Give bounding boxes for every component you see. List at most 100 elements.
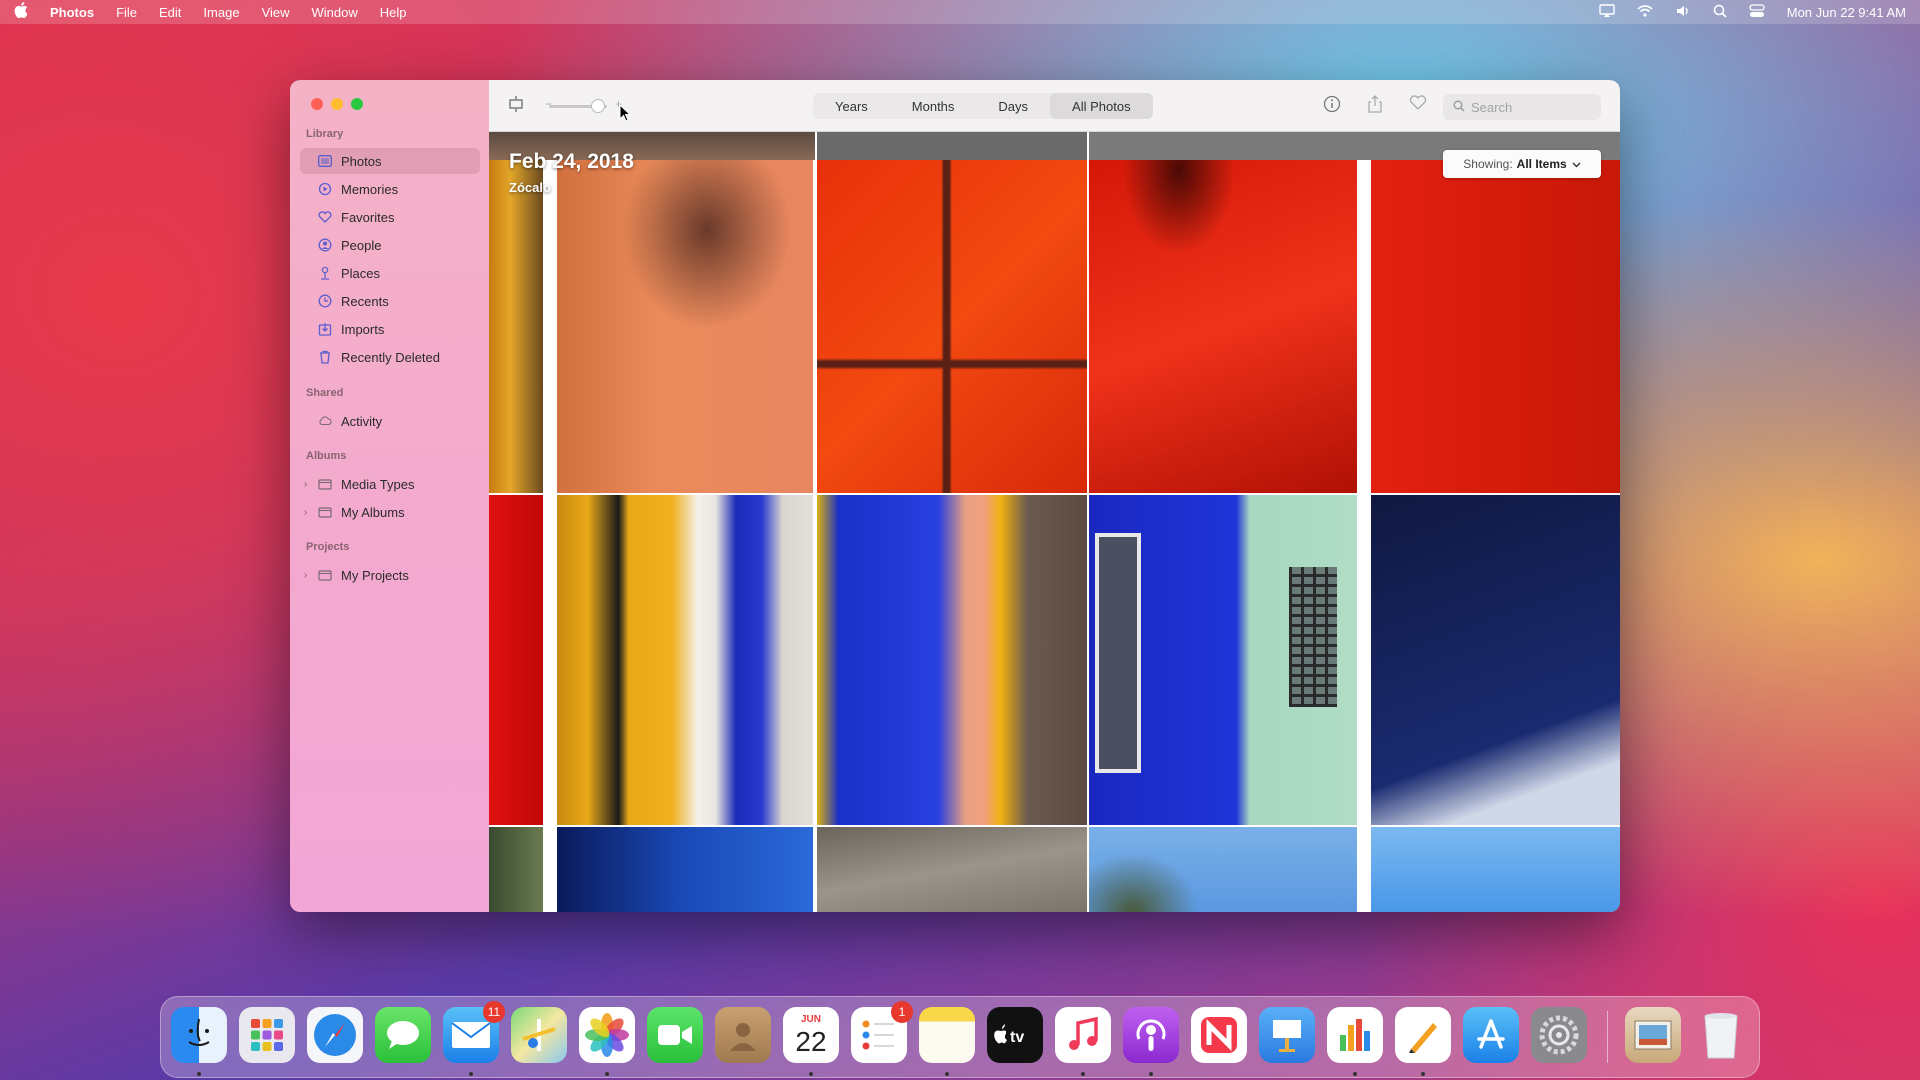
sidebar-item-activity[interactable]: Activity: [300, 408, 480, 434]
photo-thumbnail[interactable]: [1371, 495, 1620, 825]
view-menu[interactable]: View: [262, 5, 290, 20]
sidebar-item-people[interactable]: People: [300, 232, 480, 258]
running-indicator: [469, 1072, 473, 1076]
share-icon[interactable]: [1364, 95, 1386, 117]
dock-facetime-icon[interactable]: [647, 1007, 703, 1063]
sidebar-item-label: Memories: [341, 181, 399, 197]
control-center-icon[interactable]: [1749, 3, 1765, 21]
sidebar-item-my-projects[interactable]: › My Projects: [300, 562, 480, 588]
dock-system-preferences-icon[interactable]: [1531, 1007, 1587, 1063]
date-header: Feb 24, 2018: [509, 150, 634, 173]
dock-news-icon[interactable]: [1191, 1007, 1247, 1063]
cloud-icon: [318, 414, 332, 428]
pin-icon: [318, 266, 332, 280]
tree-shape: [1089, 852, 1199, 912]
dock-reminders-icon[interactable]: 1: [851, 1001, 913, 1063]
dock-music-icon[interactable]: [1055, 1007, 1111, 1063]
dock-trash-icon[interactable]: [1693, 1007, 1749, 1063]
tab-days[interactable]: Days: [976, 93, 1050, 119]
photo-thumbnail[interactable]: [489, 827, 543, 912]
photo-thumbnail[interactable]: [1089, 827, 1357, 912]
sidebar-item-label: Photos: [341, 153, 382, 169]
photo-thumbnail[interactable]: [1089, 495, 1357, 825]
chevron-right-icon[interactable]: ›: [304, 507, 307, 518]
dock-contacts-icon[interactable]: [715, 1007, 771, 1063]
window-menu[interactable]: Window: [312, 5, 358, 20]
sidebar-item-label: My Albums: [341, 504, 405, 520]
location-label[interactable]: Zócalo: [509, 180, 551, 195]
help-menu[interactable]: Help: [380, 5, 407, 20]
dock-app-store-icon[interactable]: [1463, 1007, 1519, 1063]
dock-messages-icon[interactable]: [375, 1007, 431, 1063]
sidebar-item-recents[interactable]: Recents: [300, 288, 480, 314]
dock-finder-icon[interactable]: [171, 1007, 227, 1063]
svg-text:tv: tv: [1010, 1029, 1024, 1046]
zoom-slider[interactable]: [549, 99, 607, 113]
photo-thumbnail[interactable]: [489, 160, 543, 493]
dock-tv-icon[interactable]: tv: [987, 1007, 1043, 1063]
sidebar-item-recently-deleted[interactable]: Recently Deleted: [300, 344, 480, 370]
chevron-right-icon[interactable]: ›: [304, 570, 307, 581]
tab-months[interactable]: Months: [890, 93, 977, 119]
apple-menu-icon[interactable]: [14, 2, 28, 22]
folder-icon: [318, 568, 332, 582]
photo-thumbnail[interactable]: [817, 160, 1087, 493]
search-input[interactable]: Search: [1443, 94, 1601, 120]
sidebar-item-photos[interactable]: Photos: [300, 148, 480, 174]
spotlight-search-icon[interactable]: [1713, 4, 1727, 21]
sidebar-item-favorites[interactable]: Favorites: [300, 204, 480, 230]
zoom-button[interactable]: [351, 98, 363, 110]
dock-safari-icon[interactable]: [307, 1007, 363, 1063]
dock-photos-icon[interactable]: [579, 1007, 635, 1063]
import-icon: [318, 322, 332, 336]
photo-thumbnail[interactable]: [817, 132, 1087, 160]
photo-thumbnail[interactable]: [1089, 160, 1357, 493]
wifi-icon[interactable]: [1637, 4, 1653, 20]
section-shared-label: Shared: [306, 387, 344, 399]
dock-calendar-icon[interactable]: JUN 22: [783, 1007, 839, 1063]
edit-menu[interactable]: Edit: [159, 5, 181, 20]
tab-all-photos[interactable]: All Photos: [1050, 93, 1153, 119]
chevron-right-icon[interactable]: ›: [304, 479, 307, 490]
dock-downloads-stack-icon[interactable]: [1625, 1007, 1681, 1063]
photo-thumbnail[interactable]: [817, 495, 1087, 825]
sidebar-item-media-types[interactable]: › Media Types: [300, 471, 480, 497]
zoom-slider-knob[interactable]: [591, 99, 606, 113]
slideshow-icon[interactable]: [505, 95, 527, 117]
sidebar-item-imports[interactable]: Imports: [300, 316, 480, 342]
favorite-heart-icon[interactable]: [1407, 95, 1429, 117]
person-icon: [318, 238, 332, 252]
dock-maps-icon[interactable]: [511, 1007, 567, 1063]
sidebar-item-label: Places: [341, 265, 381, 281]
dock-launchpad-icon[interactable]: [239, 1007, 295, 1063]
photo-thumbnail[interactable]: [557, 827, 813, 912]
info-icon[interactable]: [1321, 95, 1343, 117]
airplay-icon[interactable]: [1599, 3, 1615, 21]
sidebar-item-memories[interactable]: Memories: [300, 176, 480, 202]
volume-icon[interactable]: [1675, 4, 1691, 21]
menubar-clock[interactable]: Mon Jun 22 9:41 AM: [1787, 5, 1906, 20]
image-menu[interactable]: Image: [203, 5, 239, 20]
dock-numbers-icon[interactable]: [1327, 1007, 1383, 1063]
photo-thumbnail[interactable]: [557, 495, 813, 825]
dock-pages-icon[interactable]: [1395, 1007, 1451, 1063]
minimize-button[interactable]: [331, 98, 343, 110]
dock-mail-icon[interactable]: 11: [443, 1001, 505, 1063]
dock-podcasts-icon[interactable]: [1123, 1007, 1179, 1063]
photo-thumbnail[interactable]: [817, 827, 1087, 912]
sidebar-item-my-albums[interactable]: › My Albums: [300, 499, 480, 525]
sidebar-item-places[interactable]: Places: [300, 260, 480, 286]
dock-keynote-icon[interactable]: [1259, 1007, 1315, 1063]
photo-thumbnail[interactable]: [489, 495, 543, 825]
photo-thumbnail[interactable]: [557, 160, 813, 493]
app-name-menu[interactable]: Photos: [50, 5, 94, 20]
close-button[interactable]: [311, 98, 323, 110]
dock-notes-icon[interactable]: [919, 1007, 975, 1063]
photo-thumbnail[interactable]: [1371, 827, 1620, 912]
file-menu[interactable]: File: [116, 5, 137, 20]
photo-thumbnail[interactable]: [1371, 160, 1620, 493]
tab-years[interactable]: Years: [813, 93, 890, 119]
showing-filter-dropdown[interactable]: Showing: All Items: [1443, 150, 1601, 178]
running-indicator: [1149, 1072, 1153, 1076]
zoom-out-icon[interactable]: −: [545, 97, 552, 111]
